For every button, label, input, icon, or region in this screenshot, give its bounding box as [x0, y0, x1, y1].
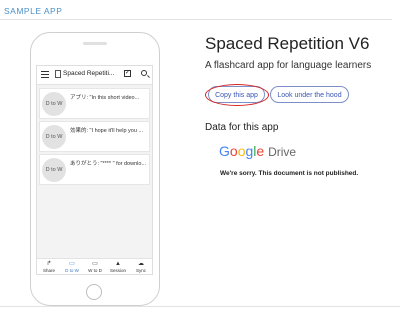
phone-screen: Spaced Repetiti... ✓ D to W アプリ: "In thi…	[36, 65, 153, 275]
cloud-sync-icon: ☁	[138, 261, 144, 267]
google-drive-logo: Google Drive	[219, 143, 296, 159]
app-name: Spaced Repetition V6	[205, 34, 370, 53]
card-text: ありがとう: "**** " for downlo...	[70, 161, 147, 167]
nav-label: W to D	[88, 268, 102, 273]
list-item[interactable]: D to W アプリ: "In this short video...	[39, 88, 150, 119]
top-bar: SAMPLE APP	[0, 0, 400, 22]
checkbox-icon[interactable]: ✓	[124, 70, 131, 77]
nav-share[interactable]: ↱ Share	[38, 260, 60, 273]
search-icon[interactable]	[141, 70, 147, 76]
phone-speaker	[83, 42, 107, 45]
bottom-nav: ↱ Share ▭ D to W ▭ W to D ▲ Session ☁ Sy…	[37, 258, 152, 274]
divider	[0, 19, 392, 20]
cards-icon: ▲	[115, 261, 121, 267]
card-text: 効果的: "I hope it'll help you ...	[70, 128, 144, 134]
drive-word: Drive	[268, 145, 297, 159]
nav-d-to-w[interactable]: ▭ D to W	[61, 260, 83, 273]
app-bar-title: Spaced Repetiti...	[63, 70, 115, 77]
share-icon: ↱	[46, 261, 52, 267]
monitor-icon: ▭	[69, 261, 75, 267]
nav-label: D to W	[65, 268, 79, 273]
app-bar: Spaced Repetiti... ✓	[37, 66, 152, 85]
copy-app-button[interactable]: Copy this app	[208, 86, 265, 103]
google-letter: G	[219, 143, 230, 159]
document-icon	[55, 70, 61, 78]
phone-mockup: Spaced Repetiti... ✓ D to W アプリ: "In thi…	[30, 32, 160, 306]
menu-icon[interactable]	[41, 71, 49, 78]
google-letter: e	[256, 143, 265, 159]
not-published-message: We're sorry. This document is not publis…	[220, 170, 359, 177]
app-description: A flashcard app for language learners	[205, 60, 372, 71]
home-button	[86, 284, 102, 300]
nav-w-to-d[interactable]: ▭ W to D	[84, 260, 106, 273]
card-badge: D to W	[42, 158, 66, 182]
monitor-icon: ▭	[92, 261, 98, 267]
card-badge: D to W	[42, 92, 66, 116]
nav-label: Session	[109, 268, 126, 273]
nav-sync[interactable]: ☁ Sync	[130, 260, 152, 273]
card-text: アプリ: "In this short video...	[70, 95, 140, 101]
card-badge: D to W	[42, 125, 66, 149]
google-letter: o	[229, 143, 238, 159]
list-item[interactable]: D to W 効果的: "I hope it'll help you ...	[39, 121, 150, 152]
nav-label: Sync	[135, 268, 146, 273]
nav-label: Share	[42, 268, 55, 273]
section-label: SAMPLE APP	[4, 6, 63, 16]
list-item[interactable]: D to W ありがとう: "**** " for downlo...	[39, 154, 150, 185]
nav-session[interactable]: ▲ Session	[107, 260, 129, 273]
look-under-hood-button[interactable]: Look under the hood	[270, 86, 349, 103]
data-section-title: Data for this app	[205, 122, 279, 133]
google-wordmark: Google	[219, 143, 268, 159]
divider	[0, 306, 400, 307]
